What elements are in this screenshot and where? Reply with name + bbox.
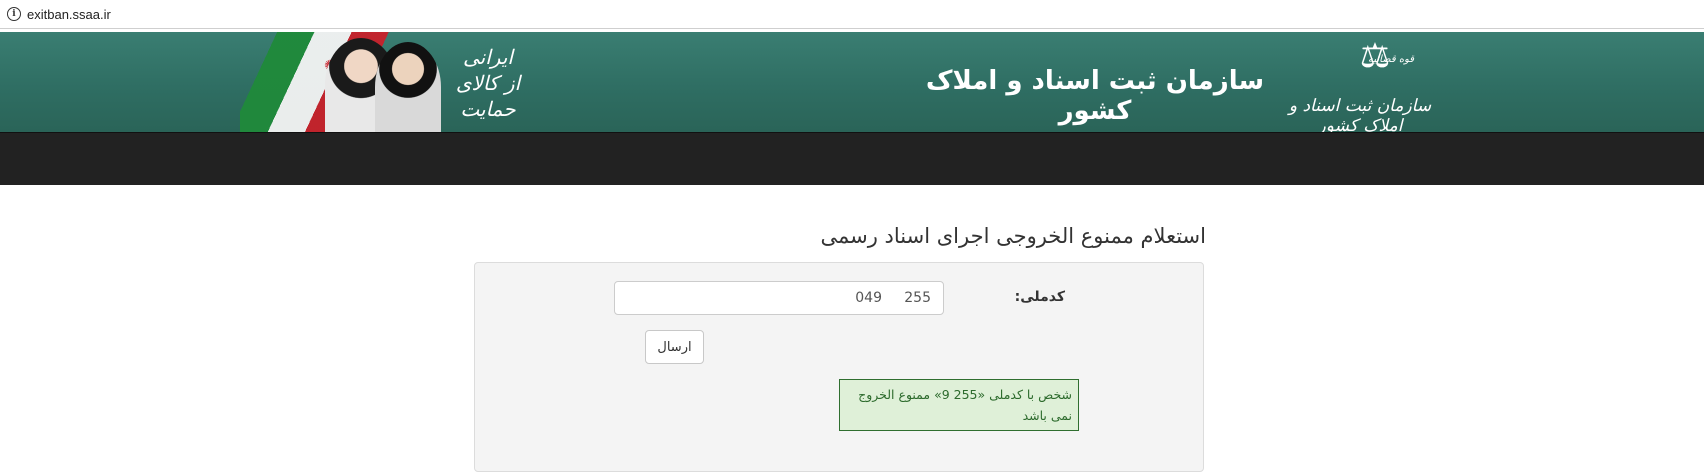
address-bar[interactable]: i exitban.ssaa.ir <box>0 0 1704 29</box>
slogan-calligraphy: ایرانی از کالای حمایت <box>448 38 528 128</box>
portrait-image-2 <box>375 42 441 132</box>
slogan-line-1: حمایت <box>460 97 516 121</box>
organization-logo[interactable]: ⚖ قوه قضائیه سازمان ثبت اسناد و املاک کش… <box>1280 36 1440 132</box>
national-code-input[interactable] <box>614 281 944 315</box>
address-url[interactable]: exitban.ssaa.ir <box>27 7 111 22</box>
organization-title: سازمان ثبت اسناد و املاک کشور <box>925 66 1265 126</box>
submit-button[interactable]: ارسال <box>645 330 704 364</box>
site-header-banner: ✺ ایرانی از کالای حمایت سازمان ثبت اسناد… <box>0 32 1704 132</box>
slogan-line-3: ایرانی <box>463 45 513 69</box>
info-icon[interactable]: i <box>7 7 21 21</box>
slogan-line-2: از کالای <box>455 71 521 95</box>
navigation-bar <box>0 132 1704 185</box>
result-message: شخص با کدملی «255 9» ممنوع الخروج نمی با… <box>839 379 1079 431</box>
logo-subtitle: قوه قضائیه <box>1368 54 1415 65</box>
page-title: استعلام ممنوع الخروجی اجرای اسناد رسمی <box>820 224 1207 248</box>
national-code-label: کدملی: <box>1014 289 1065 305</box>
logo-text: سازمان ثبت اسناد و املاک کشور <box>1288 96 1432 132</box>
